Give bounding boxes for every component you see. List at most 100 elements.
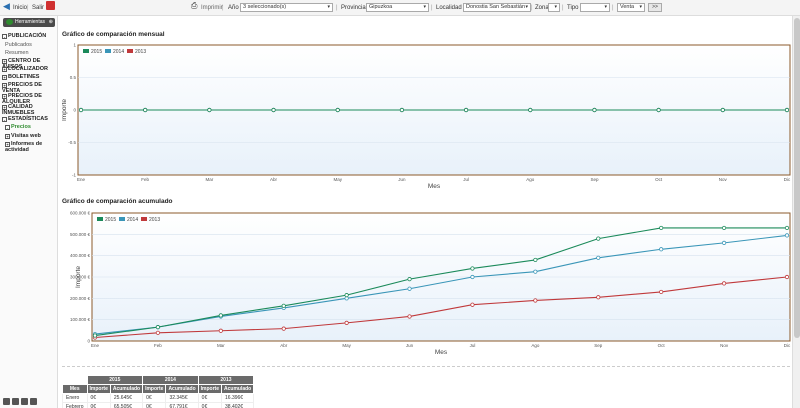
legend-swatch — [119, 217, 125, 221]
table-cell: 0€ — [86, 393, 111, 403]
data-point[interactable] — [143, 107, 148, 113]
app-window: ◀ Inicio | Salir ⎙ Imprimir | Año 3 sele… — [0, 0, 800, 408]
expand-icon[interactable]: + — [2, 67, 7, 72]
table-cell: 67.791€ — [165, 402, 199, 408]
tools-button[interactable]: Herramientas ⊕ — [3, 18, 55, 27]
data-point[interactable] — [218, 313, 223, 318]
home-link[interactable]: Inicio — [13, 3, 27, 13]
sidebar-item[interactable]: - PUBLICACIÓN — [2, 33, 57, 39]
data-point[interactable] — [407, 314, 412, 319]
operation-select[interactable]: Venta ▾ — [617, 3, 645, 12]
sidebar-item[interactable]: + Informes de actividad — [5, 141, 60, 153]
x-tick-label: May — [333, 177, 342, 182]
data-point[interactable] — [592, 107, 597, 113]
data-point[interactable] — [721, 240, 727, 245]
importe-header: Importe — [142, 384, 167, 394]
scrollbar-thumb[interactable] — [794, 18, 800, 338]
data-point[interactable] — [528, 107, 533, 113]
operation-select-value: Venta — [620, 4, 635, 10]
collapse-icon[interactable]: - — [5, 125, 10, 130]
data-point[interactable] — [92, 333, 98, 338]
table-cell: 25.645€ — [109, 393, 144, 403]
separator: | — [27, 5, 29, 11]
zone-select[interactable]: ▾ — [548, 3, 560, 12]
province-select[interactable]: Gipuzkoa ▾ — [366, 3, 429, 12]
sidebar-item[interactable]: - Precios — [5, 124, 60, 130]
sidebar-item[interactable]: + LOCALIZADOR — [2, 66, 57, 72]
data-point[interactable] — [407, 277, 412, 282]
year-header: 2014 — [142, 375, 199, 385]
data-point[interactable] — [344, 293, 349, 298]
expand-icon[interactable]: + — [5, 134, 10, 139]
document-icon[interactable] — [21, 398, 28, 405]
x-tick-label: Nov — [719, 177, 728, 182]
data-point[interactable] — [721, 225, 727, 231]
data-point[interactable] — [784, 107, 790, 113]
data-point[interactable] — [78, 107, 84, 113]
sidebar-item[interactable]: + BOLETINES — [2, 74, 57, 80]
data-point[interactable] — [596, 295, 601, 300]
data-point[interactable] — [407, 286, 412, 291]
vertical-scrollbar[interactable] — [792, 16, 800, 408]
data-point[interactable] — [463, 107, 469, 113]
data-point[interactable] — [271, 107, 276, 113]
sidebar-item[interactable]: + Visitas web — [5, 133, 60, 139]
acumulado-header: Acumulado — [221, 384, 255, 394]
table-cell: 38.402€ — [221, 402, 255, 408]
data-point[interactable] — [470, 302, 475, 307]
data-point[interactable] — [596, 255, 601, 260]
sidebar-item[interactable]: Publicados — [5, 42, 60, 48]
data-point[interactable] — [399, 107, 405, 113]
home-icon[interactable]: ◀ — [3, 1, 10, 11]
data-point[interactable] — [659, 247, 664, 252]
data-point[interactable] — [344, 320, 349, 325]
data-point[interactable] — [659, 289, 664, 295]
data-point[interactable] — [281, 326, 286, 331]
separator: | — [431, 5, 433, 11]
collapse-icon[interactable]: - — [2, 34, 7, 39]
data-point[interactable] — [721, 281, 727, 286]
sidebar-item[interactable]: Resumen — [5, 50, 60, 56]
data-point[interactable] — [659, 225, 664, 231]
x-tick-label: Dic — [784, 343, 791, 348]
x-tick-label: Ene — [77, 177, 86, 182]
data-point[interactable] — [470, 274, 475, 280]
data-point[interactable] — [656, 107, 661, 113]
x-tick-label: Ene — [91, 343, 100, 348]
gear-icon[interactable] — [3, 398, 10, 405]
data-point[interactable] — [533, 257, 538, 263]
logout-icon[interactable] — [46, 1, 55, 10]
data-point[interactable] — [720, 107, 725, 113]
collapse-icon[interactable]: - — [2, 117, 7, 122]
logout-link[interactable]: Salir — [32, 3, 44, 13]
type-select[interactable]: ▾ — [580, 3, 610, 12]
y-tick-label: -1 — [72, 173, 76, 178]
data-point[interactable] — [218, 328, 223, 333]
print-icon[interactable]: ⎙ — [191, 1, 197, 11]
data-point[interactable] — [281, 303, 286, 308]
province-label: Provincia — [341, 5, 366, 11]
sidebar-item[interactable]: + CALIDAD INMUEBLES — [2, 104, 57, 116]
year-select[interactable]: 3 seleccionado(s) ▾ — [240, 3, 333, 12]
data-point[interactable] — [470, 266, 475, 271]
data-point[interactable] — [155, 325, 161, 330]
locality-select[interactable]: Donostia San Sebastián ▾ — [463, 3, 531, 12]
data-point[interactable] — [784, 225, 790, 231]
data-point[interactable] — [533, 298, 538, 303]
legend-label: 2014 — [127, 217, 138, 223]
print-link[interactable]: Imprimir — [201, 3, 223, 13]
go-button[interactable]: >> — [648, 3, 662, 12]
data-point[interactable] — [335, 107, 340, 113]
data-point[interactable] — [784, 233, 790, 238]
data-point[interactable] — [784, 274, 790, 280]
data-point[interactable] — [207, 107, 212, 113]
data-point[interactable] — [533, 269, 538, 274]
list-icon[interactable] — [30, 398, 37, 405]
data-point[interactable] — [596, 236, 601, 241]
user-icon[interactable] — [12, 398, 19, 405]
year-label: Año — [228, 5, 239, 11]
table-cell: 65.505€ — [109, 402, 144, 408]
data-point[interactable] — [155, 330, 161, 335]
sidebar-item[interactable]: - ESTADÍSTICAS — [2, 116, 57, 122]
expand-icon[interactable]: + — [2, 75, 7, 80]
